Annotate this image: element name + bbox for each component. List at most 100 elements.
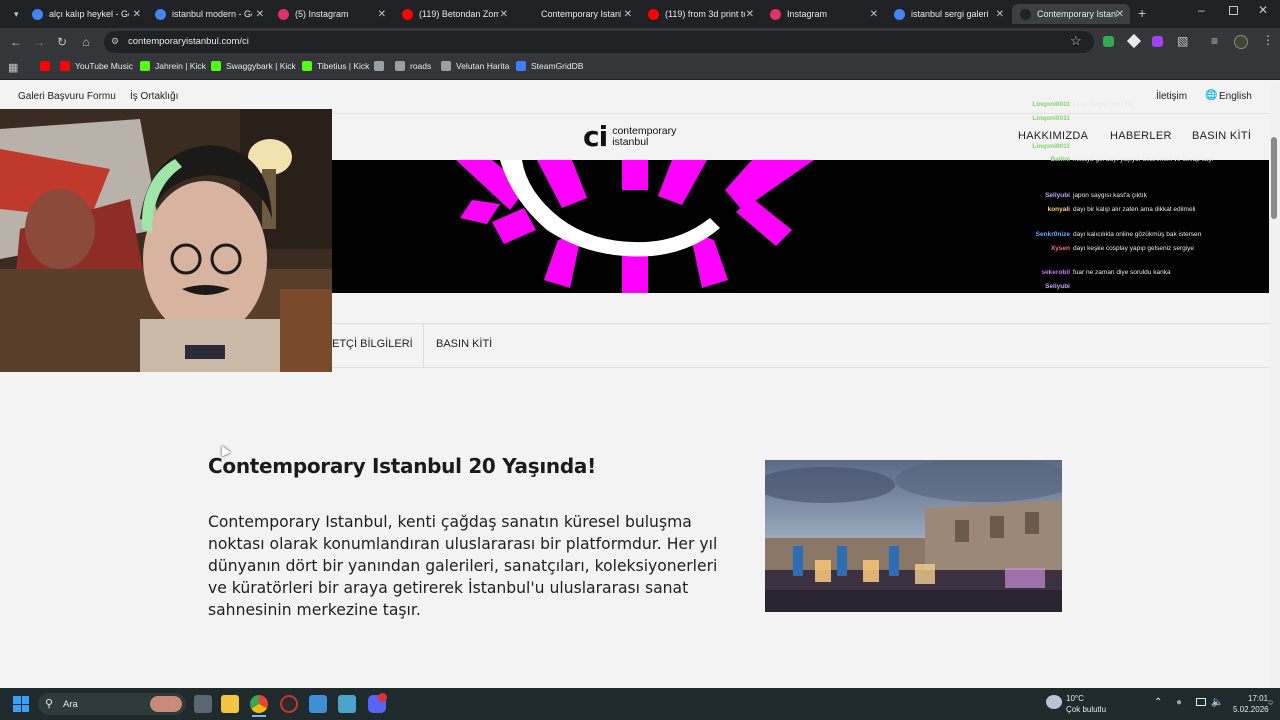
tab-title: Contemporary Istanb	[1037, 9, 1117, 19]
nav-press-kit[interactable]: BASIN KİTİ	[1192, 130, 1251, 142]
bookmark-star-icon[interactable]: ☆	[1070, 33, 1082, 49]
minimize-icon[interactable]: –	[1198, 3, 1205, 17]
address-bar[interactable]	[104, 31, 1094, 53]
browser-tab[interactable]: (5) Instagram ✕	[270, 4, 392, 24]
weather-desc[interactable]: Çok bulutlu	[1066, 705, 1106, 714]
notification-bell-icon[interactable]: ○	[1268, 697, 1273, 707]
bookmark-item[interactable]	[374, 61, 389, 71]
back-icon[interactable]: ←	[8, 34, 24, 50]
chat-message: dayı keşke cosplay yapıp gelseniz sergiy…	[1073, 245, 1195, 252]
globe-icon: 🌐	[1205, 90, 1218, 101]
browser-tab[interactable]: Contemporary Istanb ✕	[1012, 4, 1130, 24]
close-window-icon[interactable]: ✕	[1258, 3, 1268, 17]
nav-partnership[interactable]: İş Ortaklığı	[130, 91, 178, 102]
maximize-icon[interactable]	[1229, 6, 1238, 15]
bookmark-item[interactable]: roads	[395, 61, 431, 71]
bookmark-item[interactable]	[40, 61, 55, 71]
chat-message: fuar ne zaman diye soruldu kanka	[1073, 269, 1171, 276]
bookmark-item[interactable]: YouTube Music	[60, 61, 133, 71]
subnav-press-kit[interactable]: BASIN KİTİ	[436, 338, 492, 350]
subnav-exhibitor-info[interactable]: ETÇİ BİLGİLERİ	[332, 338, 413, 350]
browser-tab[interactable]: Instagram ✕	[762, 4, 884, 24]
nav-about[interactable]: HAKKIMIZDA	[1018, 130, 1088, 142]
nav-contact[interactable]: İletişim	[1156, 91, 1187, 102]
forward-icon[interactable]: →	[31, 34, 47, 50]
app-icon-blue[interactable]	[309, 695, 327, 713]
chat-message: instaya gel dayı yaşıyor bildirimleri ve…	[1073, 156, 1213, 163]
tray-chevron-icon[interactable]: ⌃	[1154, 697, 1162, 708]
tab-list-button[interactable]: ▾	[6, 4, 24, 24]
tab-close-icon[interactable]: ✕	[378, 9, 386, 20]
extensions-puzzle-icon[interactable]: ▧	[1177, 34, 1188, 48]
bookmark-item[interactable]: SteamGridDB	[516, 61, 583, 71]
browser-tab[interactable]: Contemporary Istanb ✕	[516, 4, 638, 24]
browser-menu-icon[interactable]: ⋮	[1262, 33, 1274, 47]
bookmark-label: Jahrein | Kick	[155, 61, 206, 71]
site-logo[interactable]: ci contemporary istanbul	[583, 121, 676, 153]
monitor-icon[interactable]	[1196, 698, 1206, 706]
search-highlight-image	[150, 696, 182, 712]
weather-icon[interactable]	[1046, 695, 1062, 709]
windows-start-icon[interactable]	[13, 696, 29, 712]
chrome-icon[interactable]	[250, 695, 268, 713]
bookmark-item[interactable]: Jahrein | Kick	[140, 61, 206, 71]
new-tab-icon[interactable]: +	[1138, 5, 1146, 21]
nav-news[interactable]: HABERLER	[1110, 130, 1172, 142]
tab-close-icon[interactable]: ✕	[256, 9, 264, 20]
chat-username: Seliyubi	[1045, 283, 1070, 290]
bookmark-label: Tibetius | Kick	[317, 61, 370, 71]
apps-grid-icon[interactable]: ▦	[8, 61, 18, 74]
bookmark-item[interactable]: Swaggybark | Kick	[211, 61, 296, 71]
tab-favicon-icon	[1020, 8, 1031, 20]
browser-tab[interactable]: (119) from 3d print to ✕	[640, 4, 760, 24]
obs-icon[interactable]	[280, 695, 298, 713]
bookmark-icon	[40, 61, 50, 71]
tab-close-icon[interactable]: ✕	[746, 9, 754, 20]
clock-time[interactable]: 17:01	[1248, 694, 1268, 703]
subnav-divider	[423, 324, 424, 367]
file-explorer-icon[interactable]	[221, 695, 239, 713]
steam-icon[interactable]	[338, 695, 356, 713]
bookmark-item[interactable]: Tibetius | Kick	[302, 61, 369, 71]
bookmark-item[interactable]: Velutan Harita	[441, 61, 509, 71]
extension-purple-icon[interactable]	[1152, 36, 1163, 47]
tab-close-icon[interactable]: ✕	[1116, 9, 1124, 20]
weather-temp[interactable]: 10°C	[1066, 694, 1084, 703]
tab-favicon-icon	[32, 8, 43, 20]
reading-list-icon[interactable]: ≡	[1211, 34, 1218, 48]
chat-username: Linqoni0011	[1032, 143, 1070, 150]
logo-mark: ci	[583, 120, 608, 153]
home-icon[interactable]: ⌂	[78, 34, 94, 50]
reload-icon[interactable]: ↻	[54, 34, 70, 50]
tab-favicon-icon	[770, 8, 781, 20]
topnav-divider	[332, 113, 1269, 114]
bookmark-label: SteamGridDB	[531, 61, 584, 71]
chat-username: Xysen	[1050, 245, 1070, 252]
bookmark-icon	[441, 61, 451, 71]
tab-favicon-icon	[278, 8, 289, 20]
language-switch[interactable]: English	[1219, 91, 1252, 102]
browser-tab[interactable]: istanbul sergi galeri c ✕	[886, 4, 1010, 24]
tab-close-icon[interactable]: ✕	[870, 9, 878, 20]
site-info-icon[interactable]: ⚙	[111, 36, 121, 46]
browser-tab[interactable]: alçı kalıp heykel - Go ✕	[24, 4, 147, 24]
clock-date[interactable]: 5.02.2026	[1233, 705, 1269, 714]
tab-close-icon[interactable]: ✕	[133, 9, 141, 20]
volume-icon[interactable]: 🔈	[1211, 697, 1223, 708]
chat-message: dayı bir kalıp alır zaten ama dikkat edi…	[1073, 206, 1196, 213]
profile-avatar[interactable]	[1234, 35, 1248, 49]
tab-close-icon[interactable]: ✕	[624, 9, 632, 20]
scrollbar-thumb[interactable]	[1271, 137, 1277, 219]
browser-tab-bar: ▾ alçı kalıp heykel - Go ✕ istanbul modern…	[0, 0, 1280, 28]
tab-title: alçı kalıp heykel - Go	[49, 9, 129, 19]
mic-icon[interactable]: ●	[1176, 697, 1182, 708]
task-view-icon[interactable]	[194, 695, 212, 713]
tab-close-icon[interactable]: ✕	[500, 9, 508, 20]
browser-tab[interactable]: istanbul modern - Go ✕	[147, 4, 270, 24]
extension-shield-icon[interactable]	[1103, 36, 1114, 47]
tab-close-icon[interactable]: ✕	[996, 9, 1004, 20]
tab-title: istanbul sergi galeri c	[911, 9, 991, 19]
chat-message: dayı kalıcılıkla online gözükmüş bak ist…	[1073, 231, 1202, 238]
nav-gallery-application[interactable]: Galeri Başvuru Formu	[18, 91, 116, 102]
browser-tab[interactable]: (119) Betondan Zomb ✕	[394, 4, 514, 24]
